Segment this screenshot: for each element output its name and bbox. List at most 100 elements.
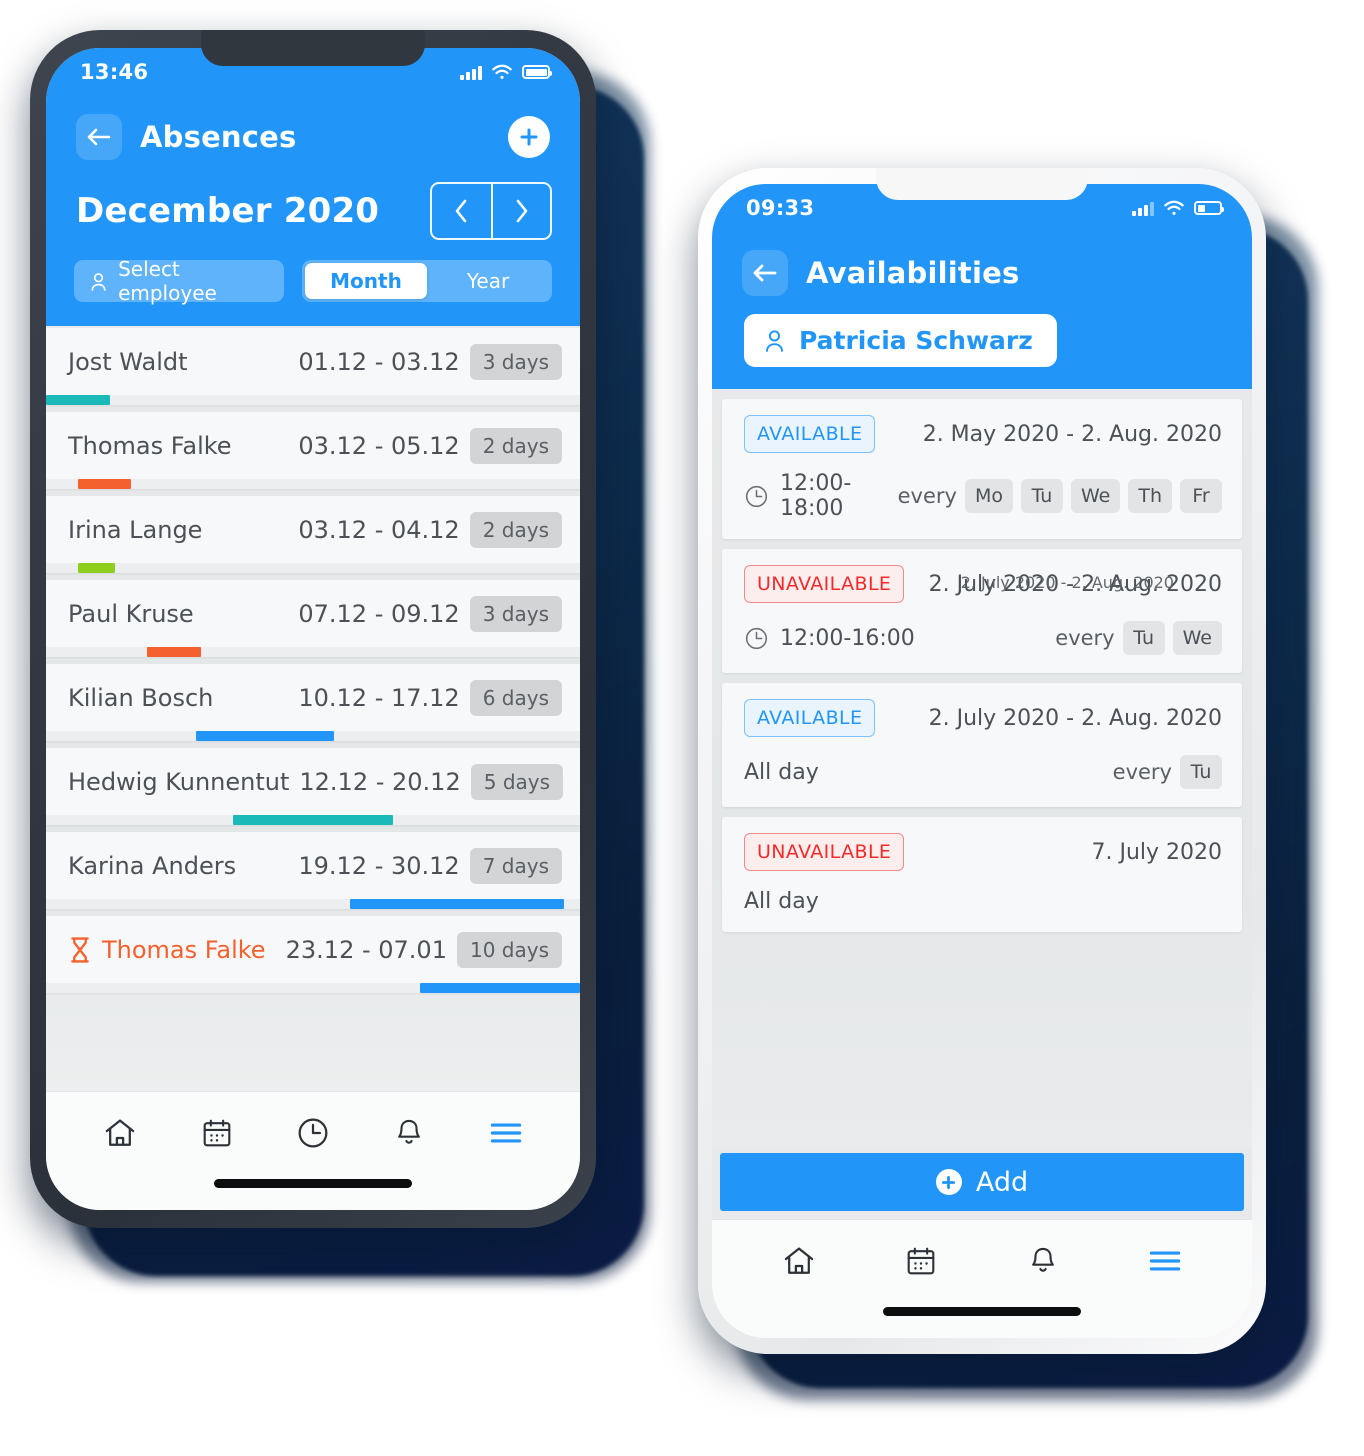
back-button[interactable] — [742, 250, 788, 296]
home-indicator — [214, 1178, 412, 1188]
availability-card[interactable]: UNAVAILABLE 7. July 2020 All day — [722, 817, 1242, 932]
tab-bell[interactable] — [380, 1110, 438, 1156]
absence-row[interactable]: Hedwig Kunnentut 12.12 - 20.12 5 days — [46, 748, 580, 825]
employee-selector-button[interactable]: Patricia Schwarz — [744, 314, 1057, 367]
status-badge: UNAVAILABLE — [744, 833, 905, 871]
tab-year[interactable]: Year — [427, 263, 549, 299]
absence-row[interactable]: Thomas Falke 03.12 - 05.12 2 days — [46, 412, 580, 489]
tab-menu[interactable] — [1136, 1238, 1194, 1284]
availability-date-text: 2. May 2020 - 2. Aug. 2020 — [922, 421, 1222, 447]
select-employee-button[interactable]: Select employee — [74, 257, 284, 305]
employee-name: Patricia Schwarz — [799, 326, 1033, 355]
availabilities-title-row: Availabilities — [712, 232, 1252, 296]
availability-card[interactable]: AVAILABLE 2. May 2020 - 2. Aug. 2020 12:… — [722, 399, 1242, 539]
availability-time: All day — [744, 760, 819, 785]
bell-icon — [1027, 1245, 1059, 1277]
clock-icon — [744, 484, 769, 509]
period-segmented-control: Month Year — [302, 260, 552, 302]
absence-row[interactable]: Irina Lange 03.12 - 04.12 2 days — [46, 496, 580, 573]
battery-icon — [522, 65, 552, 79]
absence-row-main: Hedwig Kunnentut 12.12 - 20.12 5 days — [46, 748, 580, 815]
availabilities-list[interactable]: AVAILABLE 2. May 2020 - 2. Aug. 2020 12:… — [712, 389, 1252, 1147]
absence-name-text: Jost Waldt — [68, 348, 188, 376]
absence-name-text: Paul Kruse — [68, 600, 194, 628]
phone-notch — [876, 168, 1088, 200]
tab-menu[interactable] — [477, 1110, 535, 1156]
add-button-wrap: Add — [712, 1147, 1252, 1219]
absence-date-range: 10.12 - 17.12 — [298, 684, 460, 712]
absence-row[interactable]: Jost Waldt 01.12 - 03.12 3 days — [46, 328, 580, 405]
page-title: Absences — [140, 120, 297, 154]
home-icon — [782, 1244, 816, 1278]
absence-row[interactable]: Paul Kruse 07.12 - 09.12 3 days — [46, 580, 580, 657]
availability-date-range: 2. May 2020 - 2. Aug. 2020 — [923, 422, 1222, 447]
absence-row-main: Jost Waldt 01.12 - 03.12 3 days — [46, 328, 580, 395]
absence-timeline-bar — [46, 395, 111, 405]
absence-employee-name: Jost Waldt — [68, 348, 188, 376]
absence-day-count: 2 days — [469, 428, 562, 464]
absence-employee-name: Thomas Falke — [68, 432, 232, 460]
weekday-chip: Th — [1128, 479, 1172, 513]
next-month-button[interactable] — [491, 184, 550, 238]
filter-row: Select employee Month Year — [46, 240, 580, 326]
absence-day-count: 3 days — [469, 344, 562, 380]
plus-icon — [520, 128, 538, 146]
add-absence-button[interactable] — [508, 116, 550, 158]
status-badge: AVAILABLE — [744, 415, 876, 453]
absence-employee-name: Karina Anders — [68, 852, 236, 880]
absence-row[interactable]: Thomas Falke 23.12 - 07.01 10 days — [46, 916, 580, 993]
availability-card[interactable]: UNAVAILABLE 2. July 2020 - 2. Aug. 2020 2… — [722, 549, 1242, 673]
tab-calendar[interactable] — [188, 1110, 246, 1156]
back-button[interactable] — [76, 114, 122, 160]
tab-clock[interactable] — [284, 1110, 342, 1156]
absence-date-range: 01.12 - 03.12 — [298, 348, 460, 376]
menu-icon — [1148, 1248, 1182, 1274]
absence-timeline-track — [46, 647, 580, 657]
availability-time-text: 12:00-18:00 — [780, 471, 852, 521]
tab-bell[interactable] — [1014, 1238, 1072, 1284]
tab-calendar[interactable] — [892, 1238, 950, 1284]
tab-home[interactable] — [770, 1238, 828, 1284]
tab-month[interactable]: Month — [305, 263, 427, 299]
absence-name-text: Irina Lange — [68, 516, 203, 544]
availability-card-bottom: 12:00-18:00 every Mo Tu We Th Fr — [744, 471, 1222, 521]
availability-card-top: UNAVAILABLE 2. July 2020 - 2. Aug. 2020 2… — [744, 565, 1222, 603]
availability-card[interactable]: AVAILABLE 2. July 2020 - 2. Aug. 2020 Al… — [722, 683, 1242, 807]
plus-circle-icon — [935, 1169, 962, 1195]
absence-timeline-track — [46, 815, 580, 825]
phone-notch — [201, 30, 425, 66]
availability-time-text: 12:00-16:00 — [780, 625, 915, 651]
absences-phone: 13:46 Absences December 2020 Select empl… — [30, 30, 596, 1228]
clock-icon — [744, 626, 769, 651]
person-icon — [91, 272, 106, 291]
weekday-chip: We — [1172, 621, 1222, 655]
absence-row-main: Karina Anders 19.12 - 30.12 7 days — [46, 832, 580, 899]
absence-timeline-track — [46, 479, 580, 489]
home-indicator — [883, 1306, 1081, 1316]
tab-home[interactable] — [91, 1110, 149, 1156]
person-icon — [766, 330, 783, 352]
absence-day-count: 2 days — [469, 512, 562, 548]
prev-month-button[interactable] — [432, 184, 491, 238]
absence-row[interactable]: Kilian Bosch 10.12 - 17.12 6 days — [46, 664, 580, 741]
availability-card-top: UNAVAILABLE 7. July 2020 — [744, 833, 1222, 871]
availability-date-range: 7. July 2020 — [1091, 840, 1222, 865]
availabilities-screen: 09:33 Availabilities Patricia Schwarz AV… — [712, 184, 1252, 1338]
availability-date-range-overlap: 2. July 2020 - 2. Aug. 2020 — [960, 572, 1174, 592]
absence-row[interactable]: Karina Anders 19.12 - 30.12 7 days — [46, 832, 580, 909]
add-button-label: Add — [975, 1166, 1029, 1198]
calendar-icon — [905, 1245, 937, 1277]
absence-row-main: Thomas Falke 23.12 - 07.01 10 days — [46, 916, 580, 983]
menu-icon — [489, 1120, 523, 1146]
absences-list[interactable]: Jost Waldt 01.12 - 03.12 3 days Thomas F… — [46, 326, 580, 1091]
availability-time: All day — [744, 889, 819, 914]
month-label: December 2020 — [76, 191, 380, 231]
absence-day-count: 6 days — [469, 680, 562, 716]
status-time: 13:46 — [80, 60, 149, 84]
availability-card-bottom: 12:00-16:00 every Tu We — [744, 621, 1222, 655]
absence-name-text: Thomas Falke — [68, 432, 232, 460]
add-availability-button[interactable]: Add — [720, 1153, 1244, 1211]
absence-day-count: 10 days — [456, 932, 562, 968]
absence-timeline-bar — [78, 479, 132, 489]
absences-screen: 13:46 Absences December 2020 Select empl… — [46, 48, 580, 1210]
